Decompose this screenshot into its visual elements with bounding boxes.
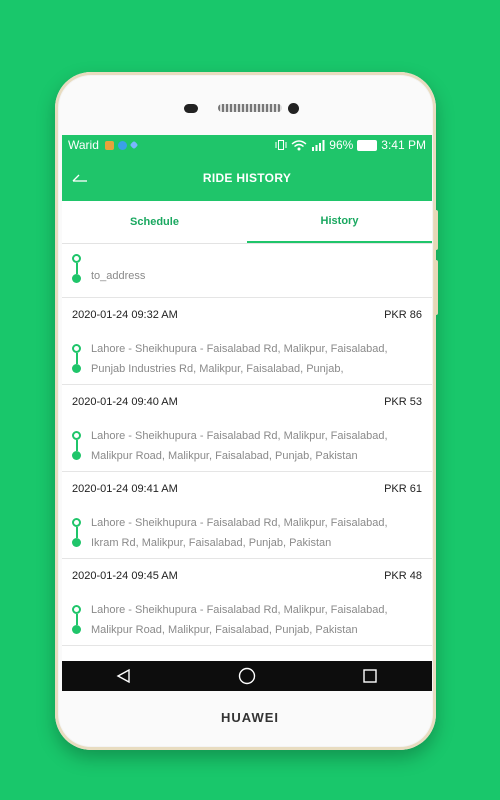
tab-bar: Schedule History [62,201,432,244]
back-arrow-icon [72,174,87,182]
route-line [76,614,78,625]
clock: 3:41 PM [381,138,426,152]
list-item[interactable]: to_address [62,244,432,298]
ride-datetime: 2020-01-24 09:40 AM [72,396,178,408]
pickup-dot-icon [72,518,81,527]
battery-percent: 96% [329,138,354,152]
dropoff-dot-icon [72,538,81,547]
recents-square-icon [363,669,378,683]
carrier-name: Warid [68,138,99,152]
app-bar: RIDE HISTORY [62,155,432,201]
status-bar: Warid 96% 3:41 PM [62,135,432,155]
location-icon [129,140,139,150]
signal-icon [312,139,325,151]
upload-icon [117,140,127,150]
notification-icon [104,140,114,150]
tab-history[interactable]: History [247,201,432,243]
pickup-address: Lahore - Sheikhupura - Faisalabad Rd, Ma… [91,430,388,442]
ride-price: PKR 53 [384,396,422,408]
ride-datetime: 2020-01-24 09:41 AM [72,483,178,495]
ride-list: to_address 2020-01-24 09:32 AM PKR 86 La… [62,244,432,646]
dropoff-address: to_address [91,270,146,282]
pickup-address: Lahore - Sheikhupura - Faisalabad Rd, Ma… [91,517,388,529]
front-camera [288,103,299,114]
app-screen: Warid 96% 3:41 PM RIDE HISTORY Schedule … [62,135,432,691]
pickup-dot-icon [72,431,81,440]
ride-price: PKR 48 [384,570,422,582]
pickup-address: Lahore - Sheikhupura - Faisalabad Rd, Ma… [91,343,388,355]
tab-schedule[interactable]: Schedule [62,201,247,243]
dropoff-address: Ikram Rd, Malikpur, Faisalabad, Punjab, … [91,537,332,549]
ride-item[interactable]: 2020-01-24 09:40 AM PKR 53 Lahore - Shei… [62,385,432,472]
pickup-dot-icon [72,254,81,263]
battery-icon [357,139,378,151]
dropoff-address: Malikpur Road, Malikpur, Faisalabad, Pun… [91,450,358,462]
dropoff-dot-icon [72,274,81,283]
ride-item[interactable]: 2020-01-24 09:45 AM PKR 48 Lahore - Shei… [62,559,432,646]
proximity-sensor [184,104,198,113]
vibrate-icon [275,140,287,150]
back-button[interactable] [68,165,92,189]
dropoff-dot-icon [72,451,81,460]
earpiece-speaker [218,104,282,112]
volume-button [434,210,438,250]
back-triangle-icon [116,668,130,684]
dropoff-dot-icon [72,364,81,373]
nav-home-button[interactable] [232,664,262,688]
ride-datetime: 2020-01-24 09:32 AM [72,309,178,321]
route-line [76,527,78,538]
ride-item[interactable]: 2020-01-24 09:32 AM PKR 86 Lahore - Shei… [62,298,432,385]
dropoff-address: Malikpur Road, Malikpur, Faisalabad, Pun… [91,624,358,636]
nav-back-button[interactable] [109,664,139,688]
device-brand-logo: HUAWEI [221,710,279,725]
ride-price: PKR 86 [384,309,422,321]
home-circle-icon [238,667,256,685]
ride-item[interactable]: 2020-01-24 09:41 AM PKR 61 Lahore - Shei… [62,472,432,559]
route-line [76,263,78,274]
pickup-address: Lahore - Sheikhupura - Faisalabad Rd, Ma… [91,604,388,616]
route-line [76,440,78,451]
route-line [76,353,78,364]
pickup-dot-icon [72,344,81,353]
ride-price: PKR 61 [384,483,422,495]
page-title: RIDE HISTORY [202,171,292,185]
dropoff-address: Punjab Industries Rd, Malikpur, Faisalab… [91,363,344,375]
nav-recents-button[interactable] [355,664,385,688]
ride-datetime: 2020-01-24 09:45 AM [72,570,178,582]
power-button [434,260,438,315]
wifi-icon [291,139,307,150]
dropoff-dot-icon [72,625,81,634]
pickup-dot-icon [72,605,81,614]
system-nav-bar [62,661,432,691]
